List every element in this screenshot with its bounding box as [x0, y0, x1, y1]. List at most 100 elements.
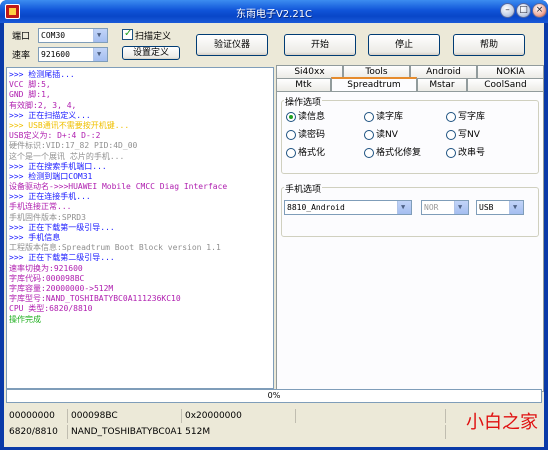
- spreadtrum-tab-content: 操作选项 读信息 读字库 写字库读密码 读NV 写NV 格式化 格式化修复 改串号 手机选项 …: [276, 91, 544, 392]
- log-line: >>> 正在连接手机...: [9, 192, 91, 202]
- operation-radio[interactable]: 读字库: [364, 109, 403, 122]
- operation-radio-label: 读NV: [376, 130, 398, 140]
- radio-indicator: [364, 147, 374, 158]
- status-cell: 0x20000000: [182, 409, 296, 423]
- log-line: 这个是一个展讯 芯片的手机...: [9, 151, 125, 161]
- chevron-down-icon: [93, 48, 107, 61]
- stop-button[interactable]: 停止: [368, 34, 440, 56]
- log-line: >>> 正在扫描定义...: [9, 110, 91, 120]
- operation-radio[interactable]: 格式化: [286, 145, 325, 158]
- log-line: 字库代码:000098BC: [9, 273, 85, 283]
- baud-value: 921600: [41, 50, 70, 59]
- log-line: 工程版本信息:Spreadtrum Boot Block version 1.1: [9, 243, 221, 253]
- radio-indicator: [364, 111, 374, 122]
- tab-android[interactable]: Android: [410, 65, 477, 78]
- status-cell: 6820/8810: [6, 425, 68, 439]
- log-line: GND 脚:1,: [9, 90, 51, 100]
- watermark-text: 小白之家: [466, 412, 538, 433]
- flash-type-value: NOR: [424, 203, 439, 212]
- phone-model-value: 8810_Android: [287, 203, 345, 212]
- tab-spreadtrum[interactable]: Spreadtrum: [331, 77, 417, 92]
- radio-indicator: [446, 129, 456, 140]
- help-button[interactable]: 帮助: [453, 34, 525, 56]
- chevron-down-icon: [454, 201, 468, 214]
- phone-options-group: 手机选项 8810_Android NOR USB: [281, 182, 539, 237]
- radio-indicator: [286, 129, 296, 140]
- operation-options-title: 操作选项: [284, 95, 323, 108]
- status-cell: [296, 409, 446, 423]
- log-line: 速率切换为:921600: [9, 263, 83, 273]
- operation-options-group: 操作选项 读信息 读字库 写字库读密码 读NV 写NV 格式化 格式化修复 改串号: [281, 95, 539, 174]
- progress-label: 0%: [267, 391, 281, 400]
- log-line: 手机连接正常...: [9, 202, 72, 212]
- baud-select[interactable]: 921600: [38, 47, 108, 62]
- set-define-button[interactable]: 设置定义: [122, 46, 180, 60]
- port-select[interactable]: COM30: [38, 28, 108, 43]
- operation-radio[interactable]: 改串号: [446, 145, 485, 158]
- operation-radio[interactable]: 写字库: [446, 109, 485, 122]
- log-line: 有效脚:2, 3, 4,: [9, 100, 77, 110]
- operation-radio[interactable]: 格式化修复: [364, 145, 421, 158]
- log-line: 硬件标识:VID:17_82 PID:4D_00: [9, 141, 138, 151]
- title-bar: 东雨电子V2.21C – □ ×: [0, 0, 548, 23]
- log-line: >>> 正在搜索手机端口...: [9, 161, 107, 171]
- baud-label: 速率: [12, 51, 31, 61]
- operation-radio-label: 写NV: [458, 130, 480, 140]
- chevron-down-icon: [93, 29, 107, 42]
- operation-radio[interactable]: 读密码: [286, 127, 325, 140]
- tab-panel: Si40xx Tools Android NOKIA Mtk Spreadtru…: [276, 65, 544, 395]
- log-line: >>> 检测尾插...: [9, 70, 75, 79]
- tab-mstar[interactable]: Mstar: [417, 78, 467, 91]
- scan-define-label: 扫描定义: [135, 32, 172, 42]
- log-line: 字库容量:20000000->512M: [9, 283, 114, 293]
- tab-coolsand[interactable]: CoolSand: [467, 78, 544, 91]
- log-line: 设备驱动名->>>HUAWEI Mobile CMCC Diag Interfa…: [9, 182, 228, 192]
- chevron-down-icon: [397, 201, 411, 214]
- log-line: USB定义为: D+:4 D-:2: [9, 131, 101, 141]
- start-button[interactable]: 开始: [284, 34, 356, 56]
- operation-radio-label: 格式化: [298, 148, 326, 158]
- window-title: 东雨电子V2.21C: [235, 9, 313, 20]
- operation-radio-label: 改串号: [458, 148, 486, 158]
- operation-radio-label: 读密码: [298, 130, 326, 140]
- port-value: COM30: [41, 31, 66, 40]
- log-line: 字库型号:NAND_TOSHIBATYBC0A111236KC10: [9, 294, 181, 304]
- tab-mtk[interactable]: Mtk: [276, 78, 331, 91]
- operation-radio-label: 读信息: [298, 112, 326, 122]
- status-cell: NAND_TOSHIBATYBC0A1 512M: [68, 425, 446, 439]
- log-output[interactable]: >>> 检测尾插... VCC 脚:5, GND 脚:1, 有效脚:2, 3, …: [6, 67, 274, 389]
- radio-indicator: [446, 111, 456, 122]
- log-line: >>> 正在下载第二级引导...: [9, 253, 115, 263]
- log-line: >>> USB通讯不需要按开机键...: [9, 120, 130, 130]
- connection-select[interactable]: USB: [476, 200, 524, 215]
- operation-radio-label: 读字库: [376, 112, 404, 122]
- port-label: 端口: [12, 32, 31, 42]
- log-line: >>> 检测到端口COM31: [9, 171, 93, 181]
- operation-radio[interactable]: 写NV: [446, 127, 480, 140]
- main-panel: 端口 COM30 速率 921600 扫描定义 设置定义 验证仪器 开始 停止 …: [4, 23, 544, 447]
- log-line: CPU 类型:6820/8810: [9, 304, 93, 314]
- status-row-2: 6820/8810 NAND_TOSHIBATYBC0A1 512M: [6, 425, 446, 439]
- tab-nokia[interactable]: NOKIA: [477, 65, 544, 78]
- phone-model-select[interactable]: 8810_Android: [284, 200, 412, 215]
- connection-value: USB: [479, 203, 494, 212]
- radio-indicator: [286, 147, 296, 158]
- chevron-down-icon: [509, 201, 523, 214]
- scan-define-checkbox[interactable]: [122, 28, 133, 40]
- log-line: >>> 手机信息: [9, 233, 61, 242]
- radio-indicator: [364, 129, 374, 140]
- status-cell: 000098BC: [68, 409, 182, 423]
- flash-type-select[interactable]: NOR: [421, 200, 469, 215]
- operation-radio[interactable]: 读NV: [364, 127, 398, 140]
- phone-options-title: 手机选项: [284, 182, 323, 195]
- verify-button[interactable]: 验证仪器: [196, 34, 268, 56]
- operation-radio[interactable]: 读信息: [286, 109, 325, 122]
- log-line: 操作完成: [9, 314, 41, 324]
- radio-indicator: [286, 111, 296, 122]
- maximize-button[interactable]: □: [516, 3, 531, 18]
- close-button[interactable]: ×: [532, 3, 547, 18]
- log-line: 手机固件版本:SPRD3: [9, 212, 86, 222]
- radio-indicator: [446, 147, 456, 158]
- minimize-button[interactable]: –: [500, 3, 515, 18]
- operation-radio-label: 写字库: [458, 112, 486, 122]
